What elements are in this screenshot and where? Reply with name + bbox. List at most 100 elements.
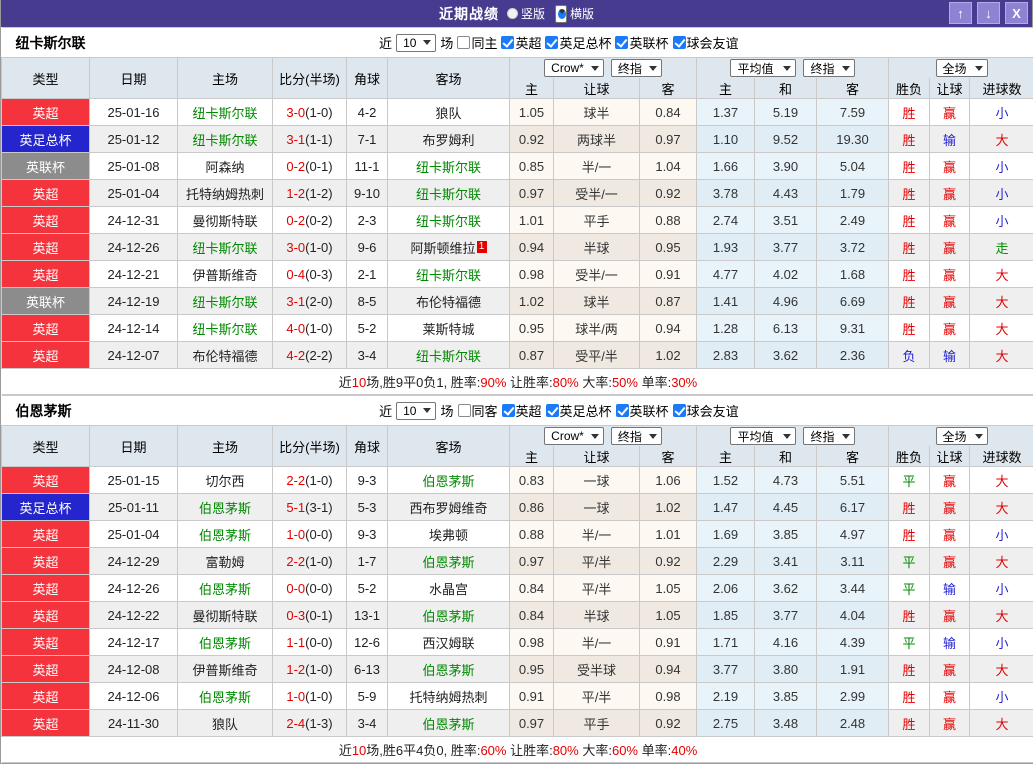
result-goals-cell: 大 <box>970 315 1033 342</box>
sub-result-wdl-header: 胜负 <box>889 78 930 99</box>
corner-cell: 5-2 <box>347 315 388 342</box>
score-cell: 1-1(0-0) <box>273 629 347 656</box>
result-goals-cell: 大 <box>970 548 1033 575</box>
radio-icon[interactable] <box>507 8 518 19</box>
result-handicap-cell: 赢 <box>930 288 970 315</box>
league-filter-option[interactable]: 英足总杯 <box>545 33 611 52</box>
title-bar: 近期战绩 竖版 横版 ↑ ↓ X <box>1 0 1032 27</box>
league-filter-option[interactable]: 英足总杯 <box>546 401 612 420</box>
league-badge: 英超 <box>2 180 90 207</box>
avg-away-cell: 1.79 <box>817 180 889 207</box>
away-team-cell: 纽卡斯尔联 <box>388 180 510 207</box>
same-venue-checkbox[interactable] <box>458 404 471 417</box>
odds-company-select[interactable]: Crow* <box>544 59 604 77</box>
league-checkbox[interactable] <box>616 404 629 417</box>
odds-handicap-cell: 半/一 <box>554 629 640 656</box>
summary-segment: 让胜率: <box>506 375 552 390</box>
filter-suffix-label: 场 <box>440 401 453 420</box>
average-select[interactable]: 平均值 <box>730 427 796 445</box>
score-cell: 3-1(1-1) <box>273 126 347 153</box>
col-date-header: 日期 <box>90 58 178 99</box>
home-team-cell: 纽卡斯尔联 <box>178 288 273 315</box>
result-handicap-cell: 输 <box>930 629 970 656</box>
away-team-cell: 纽卡斯尔联 <box>388 153 510 180</box>
fulltime-score: 2-2 <box>286 554 305 569</box>
average-time-select[interactable]: 终指 <box>803 59 854 77</box>
result-wdl-cell: 胜 <box>889 710 930 737</box>
league-checkbox[interactable] <box>546 404 559 417</box>
score-cell: 2-4(1-3) <box>273 710 347 737</box>
odds-away-cell: 0.94 <box>640 315 697 342</box>
same-venue-option[interactable]: 同主 <box>457 33 497 52</box>
avg-away-cell: 2.49 <box>817 207 889 234</box>
odds-home-cell: 0.94 <box>510 234 554 261</box>
avg-draw-cell: 3.77 <box>755 602 817 629</box>
odds-home-cell: 0.88 <box>510 521 554 548</box>
sub-avg-draw-header: 和 <box>755 446 817 467</box>
scroll-down-button[interactable]: ↓ <box>977 2 1000 24</box>
league-filter-option[interactable]: 英超 <box>502 401 542 420</box>
fulltime-score: 1-2 <box>286 662 305 677</box>
odds-home-cell: 0.85 <box>510 153 554 180</box>
away-team-cell: 西汉姆联 <box>388 629 510 656</box>
match-row: 英超24-11-30狼队2-4(1-3)3-4伯恩茅斯0.97平手0.922.7… <box>2 710 1033 737</box>
fulltime-score: 3-0 <box>286 240 305 255</box>
summary-segment: 80% <box>553 375 579 390</box>
result-goals-cell: 大 <box>970 602 1033 629</box>
league-filter-option[interactable]: 英联杯 <box>615 33 668 52</box>
match-count-select[interactable]: 10 <box>396 402 436 420</box>
scope-select[interactable]: 全场 <box>936 427 988 445</box>
close-button[interactable]: X <box>1005 2 1028 24</box>
average-select[interactable]: 平均值 <box>730 59 796 77</box>
scope-select[interactable]: 全场 <box>936 59 988 77</box>
result-handicap-cell: 赢 <box>930 207 970 234</box>
league-checkbox[interactable] <box>673 404 686 417</box>
avg-draw-cell: 4.73 <box>755 467 817 494</box>
league-checkbox[interactable] <box>502 404 515 417</box>
corner-cell: 3-4 <box>347 710 388 737</box>
same-venue-checkbox[interactable] <box>457 36 470 49</box>
radio-horizontal-label: 横版 <box>570 5 594 22</box>
result-scope-header: 全场 <box>889 426 1033 447</box>
league-checkbox[interactable] <box>673 36 686 49</box>
corner-cell: 9-3 <box>347 521 388 548</box>
league-badge: 英超 <box>2 261 90 288</box>
corner-cell: 4-2 <box>347 99 388 126</box>
result-wdl-cell: 胜 <box>889 261 930 288</box>
col-away-header: 客场 <box>388 426 510 467</box>
odds-time-select[interactable]: 终指 <box>611 59 662 77</box>
avg-away-cell: 5.51 <box>817 467 889 494</box>
league-checkbox[interactable] <box>615 36 628 49</box>
odds-handicap-cell: 平/半 <box>554 548 640 575</box>
avg-away-cell: 3.44 <box>817 575 889 602</box>
odds-away-cell: 1.01 <box>640 521 697 548</box>
result-goals-cell: 走 <box>970 234 1033 261</box>
result-goals-cell: 小 <box>970 683 1033 710</box>
away-team-cell: 布伦特福德 <box>388 288 510 315</box>
scroll-up-button[interactable]: ↑ <box>949 2 972 24</box>
same-venue-option[interactable]: 同客 <box>458 401 498 420</box>
league-filter-option[interactable]: 英联杯 <box>616 401 669 420</box>
league-filter-option[interactable]: 球会友谊 <box>673 401 739 420</box>
odds-time-select[interactable]: 终指 <box>611 427 662 445</box>
radio-selected-icon[interactable] <box>555 5 567 23</box>
summary-row: 近10场,胜6平4负0, 胜率:60% 让胜率:80% 大率:60% 单率:40… <box>2 737 1033 763</box>
avg-home-cell: 2.74 <box>697 207 755 234</box>
col-date-header: 日期 <box>90 426 178 467</box>
odds-away-cell: 0.84 <box>640 99 697 126</box>
average-time-select[interactable]: 终指 <box>803 427 854 445</box>
match-count-select[interactable]: 10 <box>396 34 436 52</box>
radio-vertical-layout[interactable]: 竖版 <box>507 5 545 22</box>
league-checkbox[interactable] <box>545 36 558 49</box>
result-handicap-cell: 赢 <box>930 261 970 288</box>
odds-company-header: Crow* 终指 <box>510 426 697 447</box>
radio-horizontal-layout[interactable]: 横版 <box>555 5 594 23</box>
home-team-name: 伯恩茅斯 <box>199 501 251 516</box>
odds-company-select[interactable]: Crow* <box>544 427 604 445</box>
league-filter-option[interactable]: 球会友谊 <box>673 33 739 52</box>
away-team-cell: 托特纳姆热刺 <box>388 683 510 710</box>
league-checkbox[interactable] <box>501 36 514 49</box>
league-filter-option[interactable]: 英超 <box>501 33 541 52</box>
home-team-cell: 伯恩茅斯 <box>178 683 273 710</box>
home-team-cell: 伯恩茅斯 <box>178 629 273 656</box>
